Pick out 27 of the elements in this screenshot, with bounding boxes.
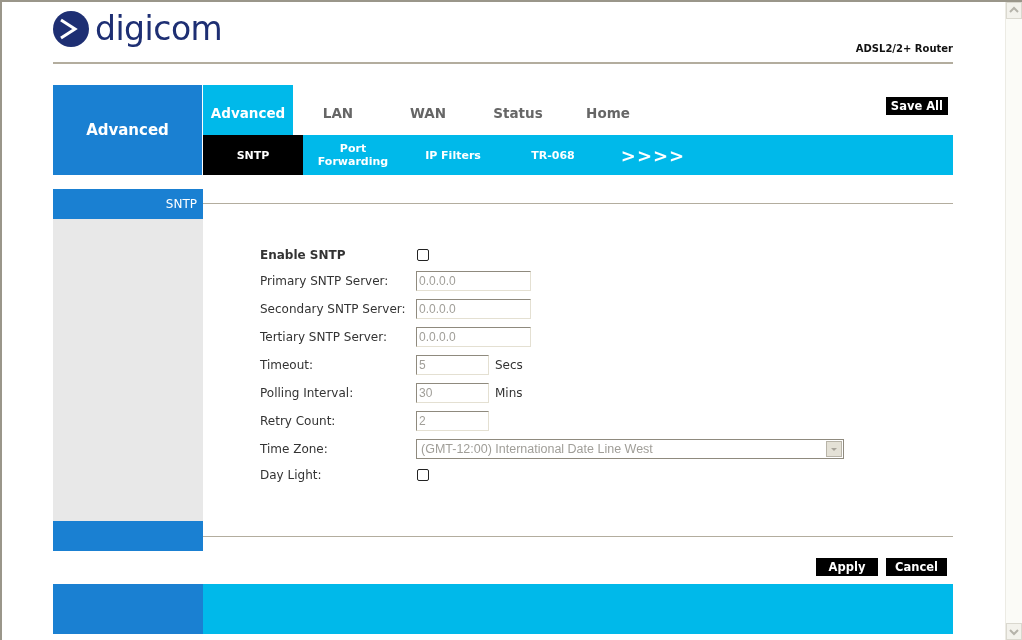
field-label: Timeout: (260, 358, 315, 372)
section-title: Advanced (53, 85, 203, 175)
panel-title: SNTP (53, 189, 203, 219)
action-button[interactable]: Cancel (886, 558, 947, 576)
nav-tab[interactable]: Advanced (203, 85, 293, 135)
sub-tab[interactable]: >>>> (603, 135, 703, 175)
sub-tab[interactable]: TR-068 (503, 135, 603, 175)
field-label: Secondary SNTP Server: (260, 302, 407, 316)
checkbox[interactable] (417, 249, 429, 261)
field-label: Day Light: (260, 468, 323, 482)
logo-text: digicom (95, 10, 223, 48)
logo-icon (53, 11, 89, 47)
action-button[interactable]: Apply (816, 558, 878, 576)
field-label: Primary SNTP Server: (260, 274, 390, 288)
product-name: ADSL2/2+ Router (855, 43, 953, 54)
field-label: Retry Count: (260, 414, 337, 428)
sub-tab[interactable]: IP Filters (403, 135, 503, 175)
field-label: Tertiary SNTP Server: (260, 330, 388, 344)
checkbox[interactable] (417, 469, 429, 481)
field-label: Polling Interval: (260, 386, 355, 400)
field-label: Enable SNTP (260, 248, 347, 262)
sub-tab[interactable]: Port Forwarding (303, 135, 403, 175)
unit-label: Secs (495, 358, 523, 372)
unit-label: Mins (495, 386, 523, 400)
sub-tab[interactable]: SNTP (203, 135, 303, 175)
save-all-button[interactable]: Save All (885, 97, 948, 115)
field-label: Time Zone: (260, 442, 329, 456)
